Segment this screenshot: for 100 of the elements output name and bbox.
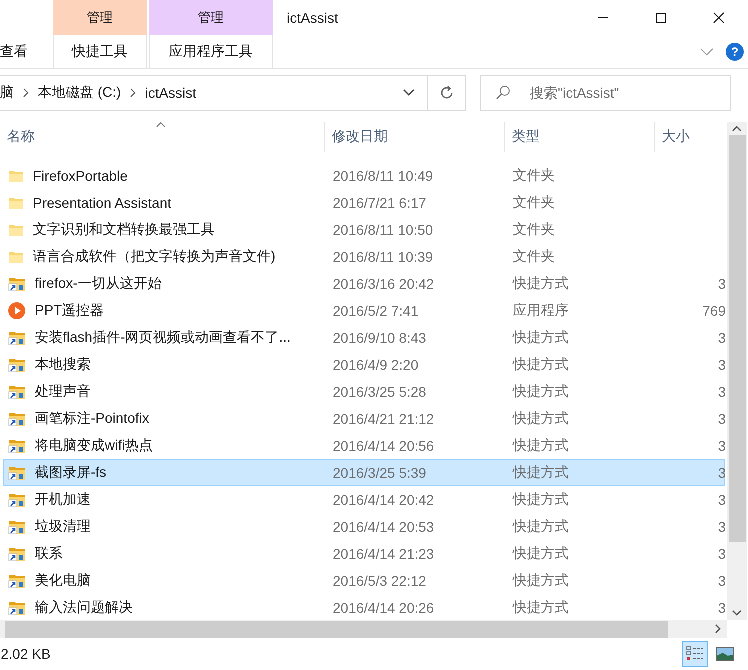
file-row[interactable]: 文字识别和文档转换最强工具 2016/8/11 10:50 文件夹 [3, 216, 725, 243]
modified-date: 2016/4/14 20:56 [332, 438, 436, 454]
column-header[interactable]: 修改日期 [325, 122, 505, 152]
help-button[interactable]: ? [726, 42, 744, 60]
file-row[interactable]: 联系 2016/4/14 21:23 快捷方式 3 [3, 540, 725, 567]
file-row[interactable]: 开机加速 2016/4/14 20:42 快捷方式 3 [3, 486, 725, 513]
file-name: FirefoxPortable [33, 168, 128, 184]
file-row[interactable]: 语言合成软件（把文字转换为声音文件) 2016/8/11 10:39 文件夹 [3, 243, 725, 270]
file-size: 3 [718, 384, 726, 400]
modified-date: 2016/7/21 6:17 [332, 194, 428, 210]
file-row[interactable]: 安装flash插件-网页视频或动画查看不了... 2016/9/10 8:43 快捷方式 3 [3, 324, 725, 351]
column-header[interactable]: 名称 [0, 122, 325, 152]
search-icon [495, 85, 511, 101]
breadcrumb[interactable]: ictAssist [145, 85, 197, 101]
file-type: 快捷方式 [512, 382, 570, 400]
modified-date: 2016/8/11 10:49 [332, 168, 434, 184]
context-tab-header: 管理 [53, 0, 147, 35]
file-type: 文件夹 [512, 194, 556, 212]
refresh-icon [438, 85, 454, 101]
file-row[interactable]: Presentation Assistant 2016/7/21 6:17 文件夹 [3, 189, 725, 216]
shortcut-folder-icon [8, 356, 26, 372]
file-size: 3 [718, 330, 726, 346]
scroll-up-icon[interactable] [732, 126, 742, 132]
dropdown-icon[interactable] [403, 89, 415, 97]
breadcrumb[interactable]: 本地磁盘 (C:) [38, 84, 122, 102]
file-name: 垃圾清理 [35, 518, 91, 536]
search-field[interactable]: 搜索"ictAssist" [480, 75, 731, 111]
close-icon [713, 12, 725, 24]
file-size: 3 [718, 276, 726, 292]
status-text: 2.02 KB [1, 646, 51, 662]
refresh-button[interactable] [428, 75, 466, 111]
modified-date: 2016/3/25 5:28 [332, 384, 428, 400]
file-name: 画笔标注-Pointofix [35, 410, 150, 428]
file-row[interactable]: firefox-一切从这开始 2016/3/16 20:42 快捷方式 3 [3, 270, 725, 297]
file-size: 3 [718, 464, 726, 480]
shortcut-folder-icon [8, 438, 26, 454]
file-row[interactable]: 处理声音 2016/3/25 5:28 快捷方式 3 [3, 378, 725, 405]
shortcut-folder-icon [8, 572, 26, 588]
chevron-right-icon [130, 88, 136, 98]
file-name: 文字识别和文档转换最强工具 [33, 220, 215, 238]
file-type: 快捷方式 [512, 572, 570, 590]
file-type: 文件夹 [512, 248, 556, 266]
file-row[interactable]: 美化电脑 2016/5/3 22:12 快捷方式 3 [3, 567, 725, 594]
ribbon-tab[interactable]: 快捷工具 [53, 35, 147, 68]
shortcut-folder-icon [8, 546, 26, 562]
file-row[interactable]: FirefoxPortable 2016/8/11 10:49 文件夹 [3, 162, 725, 189]
file-size: 3 [718, 410, 726, 426]
shortcut-folder-icon [8, 276, 26, 292]
column-header[interactable]: 类型 [505, 122, 655, 152]
scroll-down-icon[interactable] [732, 610, 742, 616]
file-type: 应用程序 [512, 302, 570, 320]
scrollbar-thumb[interactable] [728, 135, 746, 542]
modified-date: 2016/3/25 5:39 [332, 464, 428, 480]
file-size: 3 [718, 546, 726, 562]
shortcut-folder-icon [8, 600, 26, 616]
file-size: 3 [718, 492, 726, 508]
context-tab-header: 管理 [149, 0, 273, 35]
modified-date: 2016/4/14 21:23 [332, 546, 436, 562]
modified-date: 2016/5/3 22:12 [332, 572, 428, 588]
thumbnail-view-icon [716, 647, 734, 661]
file-name: 美化电脑 [35, 572, 91, 590]
file-row[interactable]: 将电脑变成wifi热点 2016/4/14 20:56 快捷方式 3 [3, 432, 725, 459]
modified-date: 2016/9/10 8:43 [332, 330, 428, 346]
view-button[interactable] [682, 641, 708, 667]
chevron-right-icon [23, 88, 29, 98]
file-name: 处理声音 [35, 382, 91, 400]
file-type: 快捷方式 [512, 518, 570, 536]
ribbon-tab[interactable]: 查看 [0, 35, 53, 68]
maximize-icon [655, 12, 667, 24]
scroll-right-icon[interactable] [715, 624, 721, 634]
vertical-scrollbar[interactable] [727, 122, 747, 620]
ribbon-tab[interactable]: 应用程序工具 [149, 35, 273, 68]
modified-date: 2016/4/14 20:42 [332, 492, 436, 508]
file-row[interactable]: 本地搜索 2016/4/9 2:20 快捷方式 3 [3, 351, 725, 378]
details-view-icon [686, 646, 704, 662]
file-size: 3 [718, 600, 726, 616]
address-bar[interactable]: 脑 本地磁盘 (C:) ictAssist [0, 75, 428, 111]
file-row[interactable]: PPT遥控器 2016/5/2 7:41 应用程序 769 [3, 297, 725, 324]
play-circle-icon [8, 302, 26, 320]
file-type: 快捷方式 [512, 410, 570, 428]
file-type: 快捷方式 [512, 598, 570, 616]
file-type: 快捷方式 [512, 544, 570, 562]
file-row[interactable]: 截图录屏-fs 2016/3/25 5:39 快捷方式 3 [3, 459, 725, 486]
file-row[interactable]: 输入法问题解决 2016/4/14 20:26 快捷方式 3 [3, 594, 725, 621]
file-size: 3 [718, 572, 726, 588]
modified-date: 2016/4/21 21:12 [332, 410, 436, 426]
file-type: 快捷方式 [512, 328, 570, 346]
modified-date: 2016/5/2 7:41 [332, 302, 420, 318]
file-type: 快捷方式 [512, 490, 570, 508]
window-title: ictAssist [287, 8, 338, 28]
file-name: 安装flash插件-网页视频或动画查看不了... [35, 328, 291, 346]
file-name: firefox-一切从这开始 [35, 274, 162, 292]
modified-date: 2016/8/11 10:50 [332, 222, 434, 238]
column-header[interactable]: 大小 [655, 122, 727, 152]
file-row[interactable]: 画笔标注-Pointofix 2016/4/21 21:12 快捷方式 3 [3, 405, 725, 432]
breadcrumb[interactable]: 脑 [0, 84, 14, 102]
shortcut-folder-icon [8, 410, 26, 426]
chevron-down-icon[interactable] [700, 48, 714, 56]
file-row[interactable]: 垃圾清理 2016/4/14 20:53 快捷方式 3 [3, 513, 725, 540]
file-name: 本地搜索 [35, 356, 91, 374]
